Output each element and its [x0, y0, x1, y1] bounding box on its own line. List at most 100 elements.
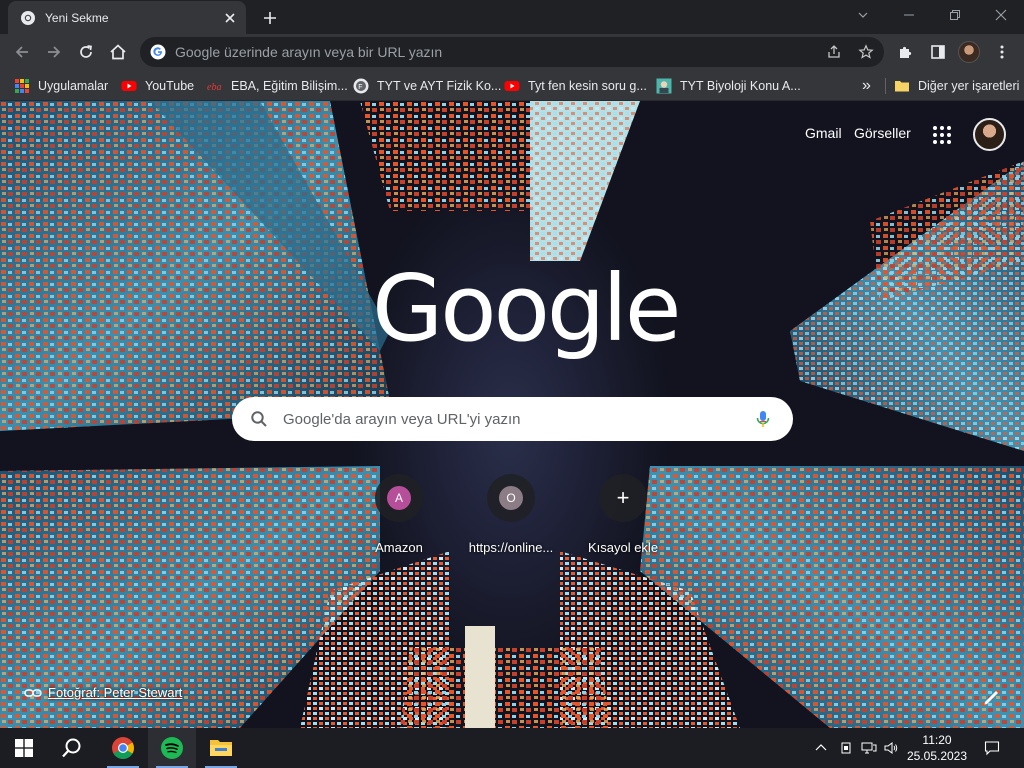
bookmark-youtube[interactable]: YouTube — [121, 76, 194, 96]
double-chevron-icon: » — [862, 77, 871, 94]
chevron-up-icon — [815, 744, 827, 751]
share-icon[interactable] — [826, 44, 842, 60]
shortcut-letter-icon: O — [499, 486, 523, 510]
bookmark-star-icon[interactable] — [858, 44, 874, 60]
puzzle-icon — [900, 46, 912, 58]
tab-strip: Yeni Sekme — [0, 0, 1024, 34]
taskbar-chrome[interactable] — [99, 728, 147, 768]
bookmark-label: TYT ve AYT Fizik Ko... — [377, 79, 502, 93]
bookmark-label: YouTube — [145, 79, 195, 93]
file-explorer-icon — [210, 740, 232, 756]
shortcut-label: Kısayol ekle — [587, 540, 659, 555]
start-button[interactable] — [0, 728, 48, 768]
bookmarks-overflow-button[interactable]: » — [862, 76, 871, 96]
bookmark-tyt-ayt-fizik[interactable]: F TYT ve AYT Fizik Ko... — [353, 76, 501, 96]
menu-button[interactable] — [988, 38, 1016, 66]
bookmarks-divider — [885, 78, 886, 94]
shortcut-tile[interactable]: O https://online... — [455, 474, 567, 555]
action-center-button[interactable] — [978, 728, 1006, 768]
images-link[interactable]: Görseller — [854, 125, 911, 141]
device-icon — [841, 742, 851, 754]
close-window-button[interactable] — [978, 0, 1024, 30]
folder-icon — [895, 81, 909, 92]
microphone-icon[interactable] — [753, 409, 773, 429]
google-apps-icon[interactable] — [930, 123, 954, 147]
eba-icon: eba — [207, 82, 221, 93]
account-avatar[interactable] — [973, 118, 1006, 151]
channel-avatar-icon — [656, 78, 672, 94]
bookmark-label: TYT Biyoloji Konu A... — [680, 79, 801, 93]
bookmark-apps[interactable]: Uygulamalar — [14, 76, 108, 96]
tab-search-button[interactable] — [840, 0, 886, 30]
address-bar[interactable]: Google üzerinde arayın veya bir URL yazı… — [140, 37, 884, 67]
taskbar-clock[interactable]: 11:20 25.05.2023 — [900, 732, 974, 764]
chrome-icon — [112, 737, 134, 759]
bookmark-eba[interactable]: eba EBA, Eğitim Bilişim... — [207, 76, 348, 96]
home-button[interactable] — [104, 38, 132, 66]
taskbar-spotify[interactable] — [148, 728, 196, 768]
network-button[interactable] — [858, 728, 880, 768]
notification-icon — [984, 741, 1000, 756]
back-button[interactable] — [8, 38, 36, 66]
arrow-left-icon — [15, 46, 28, 58]
search-icon — [62, 738, 81, 758]
kebab-menu-icon — [1000, 45, 1004, 59]
forward-button[interactable] — [40, 38, 68, 66]
clock-date: 25.05.2023 — [906, 749, 968, 763]
speaker-icon — [884, 742, 898, 754]
restore-button[interactable] — [932, 0, 978, 30]
taskbar-file-explorer[interactable] — [197, 728, 245, 768]
bookmark-label: EBA, Eğitim Bilişim... — [231, 79, 348, 93]
side-panel-icon — [931, 45, 945, 59]
apps-grid-icon — [15, 79, 29, 93]
customize-pencil-icon[interactable] — [980, 685, 1004, 709]
arrow-right-icon — [48, 46, 61, 58]
svg-text:eba: eba — [207, 82, 221, 93]
close-tab-icon[interactable] — [222, 10, 238, 26]
bookmark-label: Tyt fen kesin soru g... — [528, 79, 647, 93]
shortcut-icon-circle: O — [487, 474, 535, 522]
bookmark-label: Diğer yer işaretleri — [918, 79, 1020, 93]
chrome-icon — [21, 10, 35, 25]
clock-time: 11:20 — [922, 733, 952, 747]
shortcut-icon-circle: + — [599, 474, 647, 522]
profile-avatar[interactable] — [958, 41, 980, 63]
side-panel-button[interactable] — [924, 38, 952, 66]
plus-icon — [264, 12, 276, 24]
bookmark-tyt-fen[interactable]: Tyt fen kesin soru g... — [504, 76, 647, 96]
tab-title: Yeni Sekme — [45, 10, 109, 25]
other-bookmarks-folder[interactable]: Diğer yer işaretleri — [894, 76, 1019, 96]
shortcut-icon-circle: A — [375, 474, 423, 522]
shortcut-letter-icon: A — [387, 486, 411, 510]
ntp-search-box[interactable]: Google'da arayın veya URL'yi yazın — [232, 397, 793, 441]
extensions-button[interactable] — [892, 38, 920, 66]
tray-device-button[interactable] — [835, 728, 857, 768]
gmail-link[interactable]: Gmail — [805, 125, 842, 141]
shortcut-label: https://online... — [468, 540, 554, 555]
minimize-button[interactable] — [886, 0, 932, 30]
volume-button[interactable] — [881, 728, 901, 768]
network-icon — [861, 742, 877, 754]
address-bar-placeholder: Google üzerinde arayın veya bir URL yazı… — [175, 44, 443, 60]
chevron-down-icon — [858, 12, 868, 18]
spotify-icon — [161, 737, 183, 759]
tab-new-tab[interactable]: Yeni Sekme — [8, 1, 246, 34]
channel-avatar-icon: F — [353, 78, 369, 94]
new-tab-button[interactable] — [258, 6, 282, 30]
bookmarks-bar: Uygulamalar YouTube eba EBA, Eğitim Bili… — [0, 70, 1024, 101]
reload-icon — [80, 45, 92, 58]
youtube-icon — [504, 81, 520, 91]
shortcut-label: Amazon — [375, 540, 423, 555]
add-shortcut-tile[interactable]: + Kısayol ekle — [567, 474, 679, 555]
search-icon — [251, 411, 267, 427]
home-icon — [110, 44, 126, 60]
close-icon — [995, 9, 1007, 21]
bookmark-tyt-biyoloji[interactable]: TYT Biyoloji Konu A... — [656, 76, 801, 96]
reload-button[interactable] — [72, 38, 100, 66]
youtube-icon — [121, 81, 137, 91]
taskbar-search-button[interactable] — [48, 728, 96, 768]
new-tab-page: Gmail Görseller Google Google'da arayın … — [0, 101, 1024, 728]
shortcut-tile[interactable]: A Amazon — [343, 474, 455, 555]
photo-credit-link[interactable]: Fotoğraf: Peter Stewart — [24, 685, 182, 700]
show-hidden-icons-button[interactable] — [810, 728, 832, 768]
